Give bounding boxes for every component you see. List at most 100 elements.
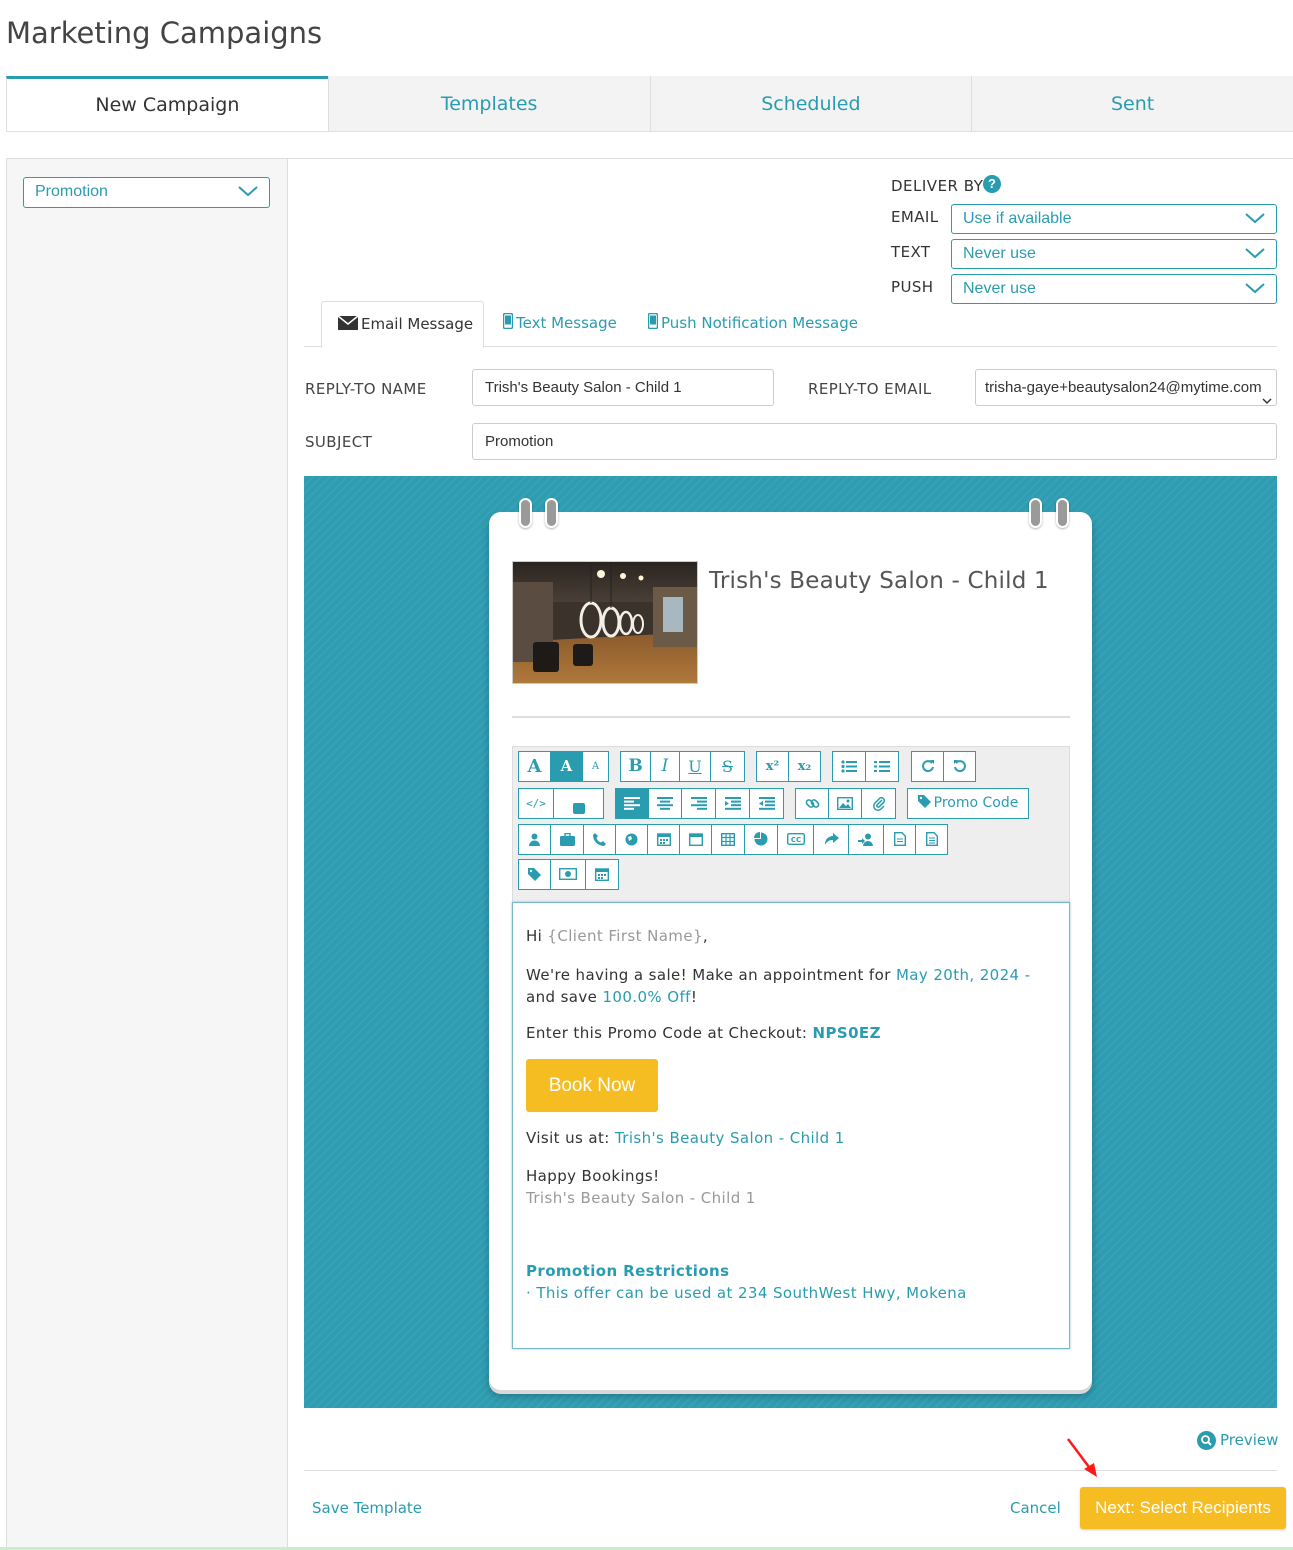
sale-mid: and save (526, 988, 603, 1006)
bullet-list-button[interactable] (832, 751, 866, 782)
insert-table-button[interactable] (711, 824, 745, 855)
binder-ring (545, 498, 558, 528)
money-icon (559, 866, 577, 882)
insert-cc-button[interactable]: CC (777, 824, 814, 855)
campaign-type-select[interactable]: Promotion (23, 177, 270, 208)
insert-image-button[interactable] (828, 788, 862, 819)
tab-sent[interactable]: Sent (971, 76, 1293, 131)
insert-form-button[interactable] (915, 824, 948, 855)
preview-link[interactable]: Preview (1197, 1431, 1278, 1450)
document-icon (893, 831, 906, 847)
footer-divider (304, 1470, 1277, 1471)
divider (512, 716, 1070, 718)
align-right-button[interactable] (681, 788, 716, 819)
align-left-button[interactable] (615, 788, 649, 819)
salon-name-heading: Trish's Beauty Salon - Child 1 (709, 568, 1049, 594)
insert-price-button[interactable] (550, 859, 586, 890)
cancel-link[interactable]: Cancel (1010, 1499, 1061, 1517)
insert-day-button[interactable] (679, 824, 712, 855)
insert-share-button[interactable] (813, 824, 849, 855)
chevron-down-icon (1262, 383, 1272, 405)
envelope-icon (337, 303, 359, 347)
deliver-by-label: DELIVER BY (891, 177, 984, 195)
table-icon (721, 831, 735, 847)
tab-new-campaign[interactable]: New Campaign (6, 76, 328, 131)
book-now-button[interactable]: Book Now (526, 1059, 658, 1112)
sale-suffix: ! (690, 988, 698, 1006)
font-size-small-button[interactable]: A (582, 751, 609, 782)
promo-prefix: Enter this Promo Code at Checkout: (526, 1024, 813, 1042)
help-icon[interactable]: ? (983, 175, 1001, 193)
red-arrow-icon (1064, 1437, 1104, 1483)
text-color-button[interactable] (553, 788, 604, 819)
outdent-icon (758, 795, 775, 811)
promo-code-value: NPS0EZ (812, 1024, 881, 1042)
preview-label: Preview (1220, 1431, 1279, 1449)
align-left-icon (624, 795, 640, 811)
greeting-suffix: , (702, 927, 709, 945)
reply-to-name-label: REPLY-TO NAME (305, 380, 427, 398)
reply-to-email-select[interactable]: trisha-gaye+beautysalon24@mytime.com (975, 369, 1277, 406)
italic-button[interactable]: I (650, 751, 680, 782)
subject-label: SUBJECT (305, 433, 373, 451)
insert-tag-button[interactable] (518, 859, 551, 890)
insert-link-button[interactable] (795, 788, 829, 819)
font-size-large-button[interactable]: A (518, 751, 551, 782)
save-template-link[interactable]: Save Template (312, 1499, 422, 1517)
align-center-icon (657, 795, 673, 811)
email-delivery-select[interactable]: Use if available (951, 204, 1277, 234)
superscript-button[interactable]: x² (756, 751, 789, 782)
client-first-name-token: {Client First Name} (547, 927, 703, 945)
source-code-button[interactable]: </> (518, 788, 554, 819)
promo-code-button[interactable]: Promo Code (907, 788, 1029, 819)
strikethrough-button[interactable]: S (710, 751, 745, 782)
promo-code-line: Enter this Promo Code at Checkout: NPS0E… (526, 1024, 881, 1042)
insert-date-button[interactable] (647, 824, 680, 855)
push-delivery-select[interactable]: Never use (951, 274, 1277, 304)
attach-file-button[interactable] (861, 788, 896, 819)
insert-website-button[interactable] (615, 824, 648, 855)
subscript-button[interactable]: x₂ (788, 751, 821, 782)
text-delivery-label: TEXT (891, 243, 931, 261)
visit-link[interactable]: Trish's Beauty Salon - Child 1 (615, 1129, 845, 1147)
closed-caption-icon: CC (786, 831, 805, 847)
outdent-button[interactable] (749, 788, 784, 819)
text-delivery-value: Never use (963, 245, 1036, 262)
tab-push-message[interactable]: Push Notification Message (647, 301, 868, 347)
undo-icon (953, 758, 967, 774)
text-delivery-select[interactable]: Never use (951, 239, 1277, 269)
redo-button[interactable] (911, 751, 944, 782)
tab-text-message[interactable]: Text Message (502, 301, 633, 347)
indent-button[interactable] (715, 788, 750, 819)
insert-business-button[interactable] (550, 824, 584, 855)
salon-logo-image[interactable] (512, 561, 698, 684)
numbered-list-button[interactable] (865, 751, 899, 782)
insert-staff-button[interactable] (848, 824, 884, 855)
calendar-blank-icon (688, 831, 703, 847)
binder-ring (519, 498, 532, 528)
subject-field[interactable]: Promotion (472, 423, 1277, 460)
align-right-icon (690, 795, 707, 811)
tab-templates[interactable]: Templates (327, 76, 650, 131)
page-title: Marketing Campaigns (6, 16, 323, 50)
underline-button[interactable]: U (679, 751, 711, 782)
message-tabs: Email Message Text Message Push Notifica… (304, 301, 1277, 348)
next-select-recipients-button[interactable]: Next: Select Recipients (1080, 1487, 1286, 1529)
insert-document-button[interactable] (883, 824, 916, 855)
insert-client-name-button[interactable] (518, 824, 551, 855)
email-delivery-label: EMAIL (891, 208, 939, 226)
signature: Trish's Beauty Salon - Child 1 (526, 1189, 756, 1207)
tab-email-message[interactable]: Email Message (321, 301, 484, 348)
promotion-restriction-item: · This offer can be used at 234 SouthWes… (526, 1284, 967, 1302)
insert-phone-button[interactable] (583, 824, 616, 855)
tab-scheduled[interactable]: Scheduled (649, 76, 972, 131)
undo-button[interactable] (943, 751, 976, 782)
insert-appointment-button[interactable] (585, 859, 619, 890)
align-center-button[interactable] (648, 788, 682, 819)
font-size-medium-button[interactable]: A (550, 751, 583, 782)
bold-button[interactable]: B (620, 751, 651, 782)
mobile-phone-icon (647, 302, 659, 346)
tab-email-message-label: Email Message (361, 315, 474, 333)
insert-discount-button[interactable] (744, 824, 778, 855)
reply-to-name-field[interactable]: Trish's Beauty Salon - Child 1 (472, 369, 774, 406)
